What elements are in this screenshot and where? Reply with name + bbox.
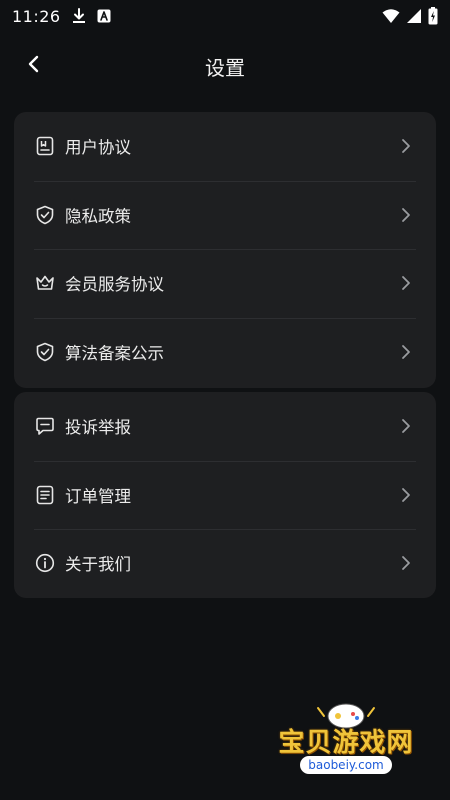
signal-icon [406, 8, 422, 24]
crown-icon [34, 272, 56, 294]
settings-page: 11:26 设置 用户协议 隐私政策 会员服务协议 算法备案公示 投诉举报 订单… [0, 0, 450, 800]
status-time: 11:26 [12, 6, 61, 26]
settings-item-label: 关于我们 [65, 555, 131, 575]
settings-item-privacy-policy[interactable]: 隐私政策 [14, 180, 436, 250]
chevron-right-icon [398, 344, 414, 360]
settings-item-label: 算法备案公示 [65, 343, 164, 363]
settings-item-label: 会员服务协议 [65, 275, 164, 295]
settings-item-algorithm-filing[interactable]: 算法备案公示 [14, 317, 436, 387]
list-icon [34, 484, 56, 506]
download-icon [71, 8, 87, 24]
chevron-right-icon [398, 207, 414, 223]
wifi-icon [382, 8, 400, 24]
message-icon [34, 415, 56, 437]
shield-check-icon [34, 341, 56, 363]
settings-item-about-us[interactable]: 关于我们 [14, 529, 436, 598]
settings-item-label: 订单管理 [65, 486, 131, 506]
status-right [382, 7, 438, 25]
status-bar: 11:26 [0, 0, 450, 32]
watermark-logo: 宝贝游戏网 baobeiy.com [266, 694, 426, 784]
chevron-right-icon [398, 275, 414, 291]
chevron-left-icon [24, 54, 44, 78]
chevron-right-icon [398, 418, 414, 434]
watermark-title: 宝贝游戏网 [278, 728, 414, 758]
settings-item-order-management[interactable]: 订单管理 [14, 460, 436, 530]
status-left: 11:26 [12, 7, 111, 26]
settings-item-label: 隐私政策 [65, 206, 131, 226]
settings-item-membership-agreement[interactable]: 会员服务协议 [14, 249, 436, 318]
info-icon [34, 552, 56, 574]
watermark-url: baobeiy.com [300, 756, 392, 774]
settings-item-label: 用户协议 [65, 138, 131, 158]
settings-item-user-agreement[interactable]: 用户协议 [14, 112, 436, 181]
settings-group-service: 投诉举报 订单管理 关于我们 [14, 392, 436, 598]
chevron-right-icon [398, 555, 414, 571]
battery-charging-icon [428, 7, 438, 25]
header: 设置 [0, 40, 450, 92]
back-button[interactable] [18, 50, 50, 82]
notification-a-icon [97, 9, 111, 23]
settings-item-complaint-report[interactable]: 投诉举报 [14, 392, 436, 461]
shield-check-icon [34, 204, 56, 226]
document-icon [34, 135, 56, 157]
settings-item-label: 投诉举报 [65, 418, 131, 438]
chevron-right-icon [398, 487, 414, 503]
settings-group-legal: 用户协议 隐私政策 会员服务协议 算法备案公示 [14, 112, 436, 388]
page-title: 设置 [205, 55, 245, 80]
chevron-right-icon [398, 138, 414, 154]
